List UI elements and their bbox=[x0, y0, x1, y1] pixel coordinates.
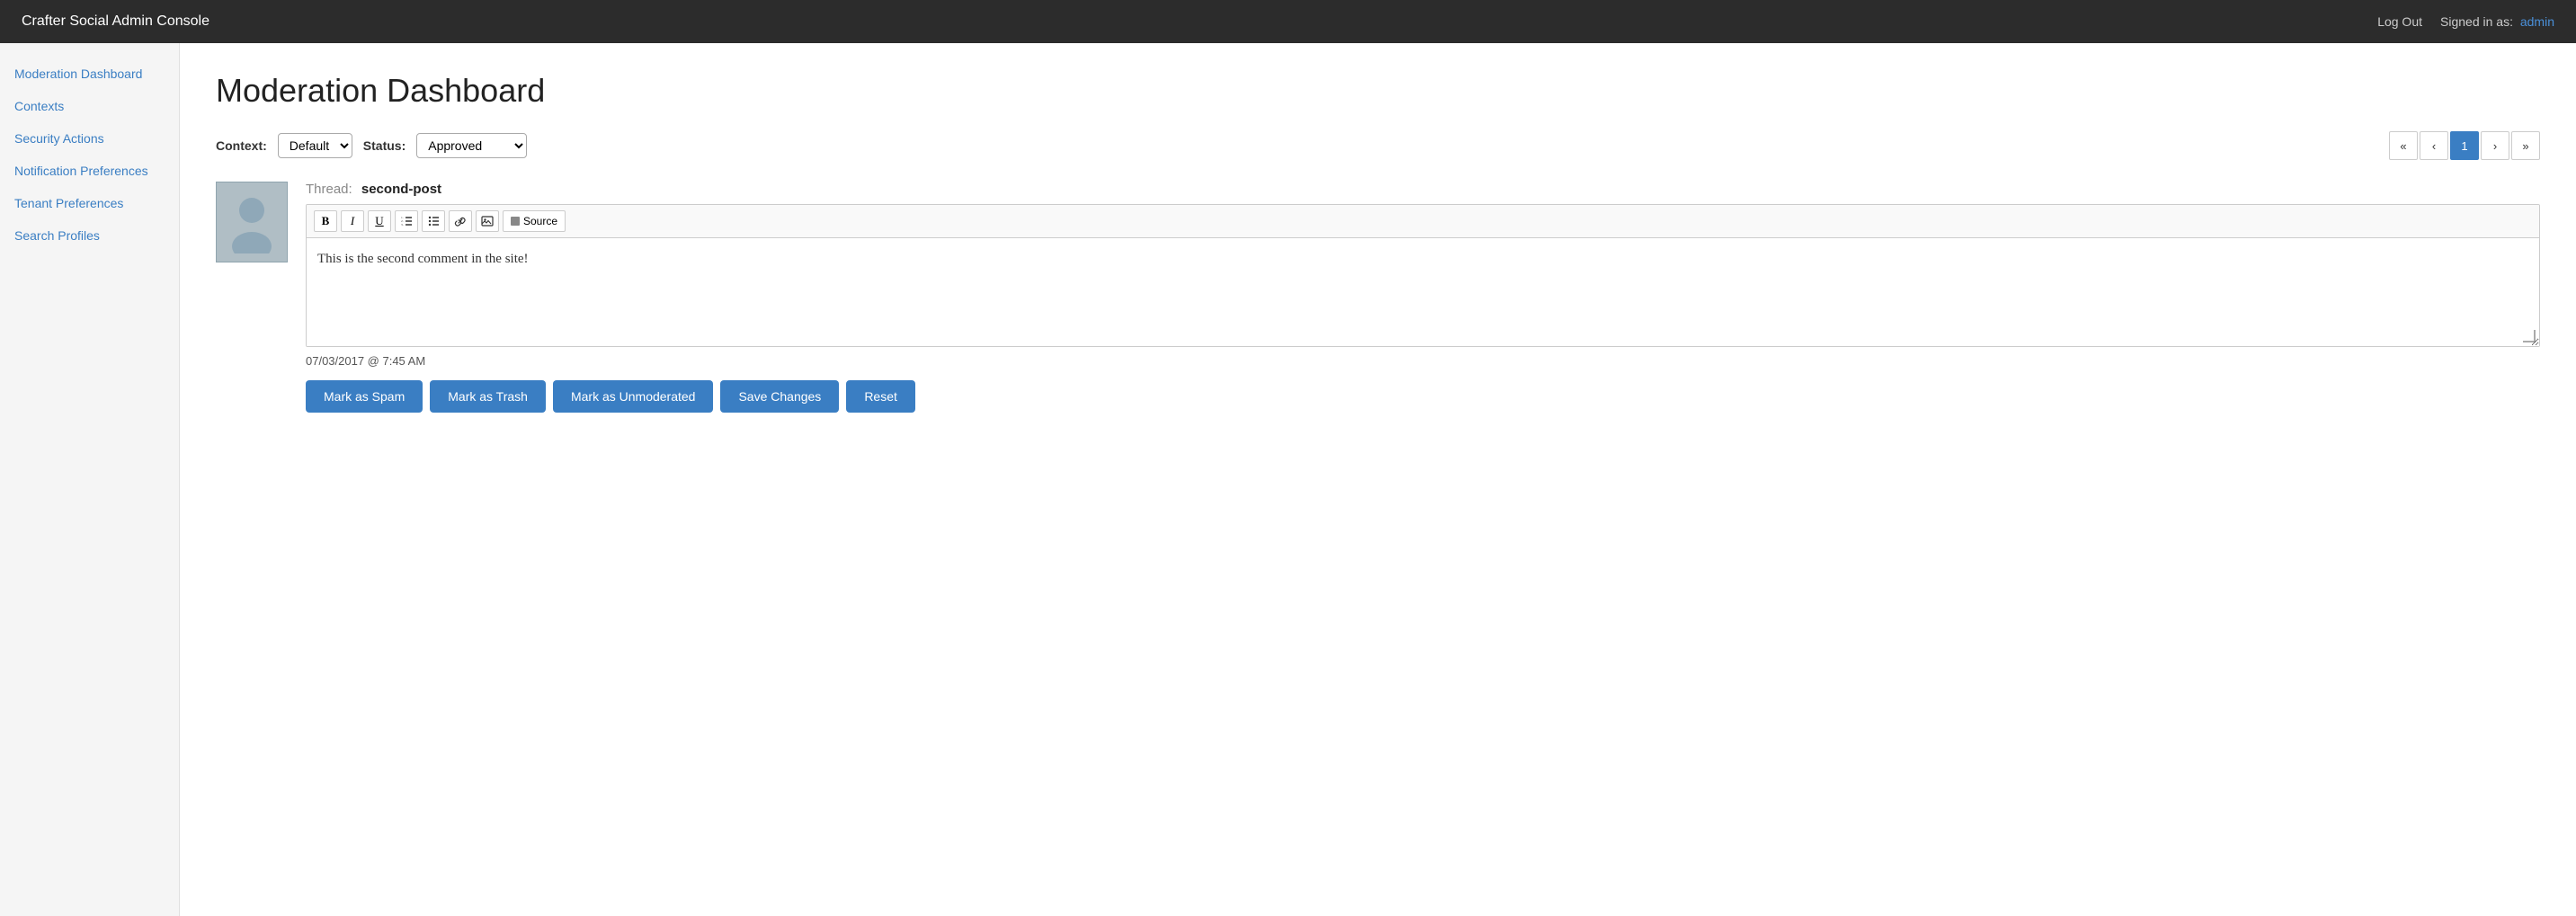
editor-content[interactable]: This is the second comment in the site! bbox=[307, 238, 2539, 346]
avatar-icon bbox=[225, 191, 279, 253]
sidebar: Moderation Dashboard Contexts Security A… bbox=[0, 43, 180, 916]
sidebar-item-security-actions[interactable]: Security Actions bbox=[0, 122, 179, 155]
editor-container: B I U 1.2.3. bbox=[306, 204, 2540, 347]
comment-right: Thread: second-post B I U 1.2.3. bbox=[306, 182, 2540, 413]
app-title: Crafter Social Admin Console bbox=[22, 13, 209, 30]
avatar-container bbox=[216, 182, 288, 262]
logout-button[interactable]: Log Out bbox=[2377, 14, 2422, 29]
editor-toolbar: B I U 1.2.3. bbox=[307, 205, 2539, 238]
sidebar-item-moderation-dashboard[interactable]: Moderation Dashboard bbox=[0, 58, 179, 90]
comment-card: Thread: second-post B I U 1.2.3. bbox=[216, 182, 2540, 413]
toolbar-source[interactable]: Source bbox=[503, 210, 566, 232]
layout: Moderation Dashboard Contexts Security A… bbox=[0, 43, 2576, 916]
avatar bbox=[216, 182, 288, 262]
topbar-right: Log Out Signed in as: admin bbox=[2377, 14, 2554, 29]
toolbar-italic[interactable]: I bbox=[341, 210, 364, 232]
toolbar-underline[interactable]: U bbox=[368, 210, 391, 232]
sidebar-item-search-profiles[interactable]: Search Profiles bbox=[0, 219, 179, 252]
status-label: Status: bbox=[363, 138, 406, 153]
source-icon bbox=[511, 217, 520, 226]
pagination-prev[interactable]: ‹ bbox=[2420, 131, 2448, 160]
filters-row: Context: Default Status: Approved Spam T… bbox=[216, 131, 2540, 160]
toolbar-image[interactable] bbox=[476, 210, 499, 232]
toolbar-link[interactable] bbox=[449, 210, 472, 232]
toolbar-unordered-list[interactable] bbox=[422, 210, 445, 232]
status-select[interactable]: Approved Spam Trash Unmoderated bbox=[416, 133, 527, 158]
sidebar-item-contexts[interactable]: Contexts bbox=[0, 90, 179, 122]
mark-unmoderated-button[interactable]: Mark as Unmoderated bbox=[553, 380, 714, 413]
signed-in-label: Signed in as: admin bbox=[2440, 14, 2554, 29]
reset-button[interactable]: Reset bbox=[846, 380, 915, 413]
pagination-last[interactable]: » bbox=[2511, 131, 2540, 160]
page-title: Moderation Dashboard bbox=[216, 72, 2540, 110]
mark-trash-button[interactable]: Mark as Trash bbox=[430, 380, 546, 413]
topbar: Crafter Social Admin Console Log Out Sig… bbox=[0, 0, 2576, 43]
pagination: « ‹ 1 › » bbox=[2389, 131, 2540, 160]
pagination-first[interactable]: « bbox=[2389, 131, 2418, 160]
thread-name: second-post bbox=[361, 182, 441, 197]
link-icon bbox=[454, 215, 467, 227]
sidebar-item-tenant-preferences[interactable]: Tenant Preferences bbox=[0, 187, 179, 219]
thread-label: Thread: second-post bbox=[306, 182, 2540, 197]
unordered-list-icon bbox=[427, 215, 440, 227]
context-label: Context: bbox=[216, 138, 267, 153]
ordered-list-icon: 1.2.3. bbox=[400, 215, 413, 227]
filters-left: Context: Default Status: Approved Spam T… bbox=[216, 133, 527, 158]
save-changes-button[interactable]: Save Changes bbox=[720, 380, 839, 413]
mark-spam-button[interactable]: Mark as Spam bbox=[306, 380, 423, 413]
svg-text:3.: 3. bbox=[401, 223, 404, 227]
toolbar-ordered-list[interactable]: 1.2.3. bbox=[395, 210, 418, 232]
image-icon bbox=[481, 215, 494, 227]
sidebar-item-notification-preferences[interactable]: Notification Preferences bbox=[0, 155, 179, 187]
comment-timestamp: 07/03/2017 @ 7:45 AM bbox=[306, 354, 2540, 368]
main-content: Moderation Dashboard Context: Default St… bbox=[180, 43, 2576, 916]
pagination-current[interactable]: 1 bbox=[2450, 131, 2479, 160]
context-select[interactable]: Default bbox=[278, 133, 352, 158]
pagination-next[interactable]: › bbox=[2481, 131, 2509, 160]
admin-username: admin bbox=[2520, 14, 2554, 29]
action-buttons: Mark as Spam Mark as Trash Mark as Unmod… bbox=[306, 380, 2540, 413]
toolbar-bold[interactable]: B bbox=[314, 210, 337, 232]
